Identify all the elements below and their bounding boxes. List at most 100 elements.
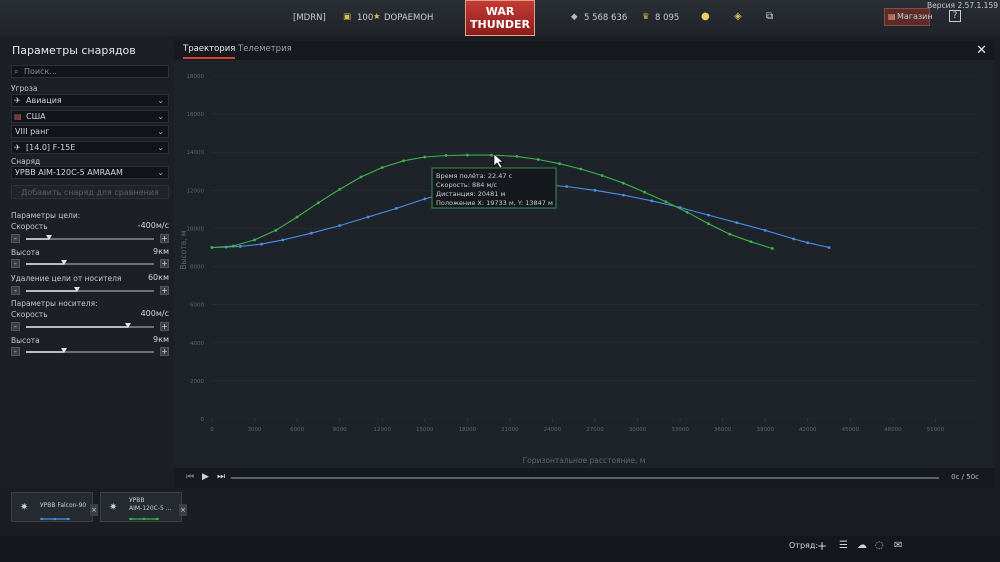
list-icon[interactable]: ☰: [839, 540, 848, 551]
tooltip-line: Скорость: 884 м/с: [436, 181, 498, 189]
chevron-down-icon: ⌄: [157, 96, 164, 105]
shell-card-amraam[interactable]: ✷ УРВВ AIM-120C-5 ... ×: [100, 492, 187, 522]
increase-button[interactable]: +: [160, 286, 169, 295]
shop-button[interactable]: ▤ Магазин: [884, 8, 933, 26]
rank-badge-icon[interactable]: ◈: [734, 11, 742, 22]
jet-icon: ✈: [14, 143, 21, 152]
remove-card-button[interactable]: ×: [90, 504, 98, 516]
data-point: [465, 153, 469, 157]
usa-flag-icon: ▤: [14, 112, 22, 121]
slider-handle[interactable]: [61, 260, 68, 265]
data-point: [565, 185, 569, 188]
tooltip-line: Положение X: 19733 м, Y: 13847 м: [436, 199, 553, 207]
data-point: [338, 187, 342, 191]
skip-forward-icon[interactable]: ⏭: [217, 472, 225, 482]
shell-parameters-panel: Параметры снарядов ⌕ Поиск... Угроза ✈ А…: [0, 36, 174, 488]
data-point: [210, 246, 214, 249]
skip-back-icon[interactable]: ⏮: [186, 472, 194, 482]
data-point: [423, 155, 427, 159]
tag-icon[interactable]: ⧉: [766, 11, 773, 22]
decrease-button[interactable]: -: [11, 347, 20, 356]
x-tick-label: 36000: [714, 427, 732, 433]
squadron-tag[interactable]: [MDRN]: [293, 13, 326, 23]
search-placeholder: Поиск...: [24, 67, 57, 76]
shell-select[interactable]: УРВВ AIM-120C-5 AMRAAM ⌄: [11, 166, 169, 179]
data-point: [338, 224, 342, 227]
chat-icon[interactable]: ◌: [875, 540, 884, 551]
increase-button[interactable]: +: [160, 259, 169, 268]
data-point: [515, 155, 519, 158]
player-level: 100: [357, 13, 374, 23]
card-title: УРВВ AIM-120C-5 ...: [129, 497, 171, 513]
data-point: [295, 215, 299, 219]
slider-handle[interactable]: [46, 235, 53, 240]
data-point: [260, 242, 264, 246]
add-squad-icon[interactable]: +: [817, 539, 827, 553]
player-nickname[interactable]: DOPAEMOH: [384, 13, 433, 23]
data-point: [558, 162, 561, 166]
rank-select[interactable]: VIII ранг ⌄: [11, 125, 169, 138]
add-shell-button[interactable]: Добавить снаряд для сравнения: [11, 185, 169, 199]
contacts-icon[interactable]: ☁: [857, 540, 867, 551]
slider-handle[interactable]: [74, 287, 81, 292]
tab-bar: Траектория Телеметрия ✕: [174, 41, 995, 60]
threat-type-value: Авиация: [26, 96, 62, 105]
x-tick-label: 12000: [373, 427, 391, 433]
x-tick-label: 0: [210, 427, 214, 433]
x-axis-label: Горизонтальное расстояние, м: [523, 456, 646, 465]
playback-bar: ⏮ ▶ ⏭ 0с / 50с: [174, 468, 995, 488]
decrease-button[interactable]: -: [11, 259, 20, 268]
decrease-button[interactable]: -: [11, 286, 20, 295]
increase-button[interactable]: +: [160, 234, 169, 243]
level-icon: ▣: [343, 12, 352, 22]
play-icon[interactable]: ▶: [202, 472, 209, 482]
data-point: [600, 174, 604, 177]
slider-handle[interactable]: [125, 323, 132, 328]
data-point: [827, 246, 831, 249]
lightbulb-icon[interactable]: ●: [701, 11, 710, 22]
target-alt-slider[interactable]: - +: [11, 259, 169, 269]
decrease-button[interactable]: -: [11, 322, 20, 331]
chart-panel: Траектория Телеметрия ✕ 0 2000 4000 6000 800…: [174, 41, 995, 488]
golden-eagles-icon: ♛: [642, 12, 650, 22]
data-point: [763, 228, 767, 232]
search-icon: ⌕: [14, 67, 19, 76]
search-input[interactable]: ⌕ Поиск...: [11, 65, 169, 78]
game-logo[interactable]: WAR THUNDER: [465, 0, 535, 36]
target-alt-value: 9км: [153, 247, 169, 256]
close-icon[interactable]: ✕: [976, 43, 987, 58]
tooltip-line: Время полёта: 22.47 с: [436, 172, 513, 180]
shell-card-falcon[interactable]: ✷ УРВВ Falcon-90 ×: [11, 492, 98, 522]
vehicle-value: [14.0] F-15E: [26, 143, 76, 152]
playback-timeline[interactable]: [231, 477, 939, 479]
y-axis-label: Высота, м: [179, 230, 188, 269]
help-button[interactable]: ?: [949, 10, 961, 22]
data-point: [359, 175, 363, 179]
carrier-alt-slider[interactable]: - +: [11, 347, 169, 357]
country-select[interactable]: ▤ США ⌄: [11, 110, 169, 123]
tab-trajectory[interactable]: Траектория: [183, 44, 236, 59]
data-point: [735, 221, 739, 225]
data-point: [621, 181, 625, 185]
y-tick-label: 6000: [190, 303, 204, 309]
version-label: Версия 2.57.1.159: [927, 1, 998, 10]
distance-slider[interactable]: - +: [11, 286, 169, 296]
target-speed-slider[interactable]: - +: [11, 234, 169, 244]
increase-button[interactable]: +: [160, 322, 169, 331]
carrier-speed-slider[interactable]: - +: [11, 322, 169, 332]
mail-icon[interactable]: ✉: [894, 540, 902, 551]
slider-handle[interactable]: [61, 348, 68, 353]
data-tooltip: Время полёта: 22.47 с Скорость: 884 м/с …: [431, 167, 557, 209]
data-point: [664, 200, 668, 204]
data-point: [366, 215, 370, 219]
threat-label: Угроза: [11, 84, 38, 93]
decrease-button[interactable]: -: [11, 234, 20, 243]
increase-button[interactable]: +: [160, 347, 169, 356]
missile-icon: ✷: [109, 502, 118, 513]
shell-value: УРВВ AIM-120C-5 AMRAAM: [15, 168, 123, 177]
tab-telemetry[interactable]: Телеметрия: [238, 44, 292, 54]
threat-type-select[interactable]: ✈ Авиация ⌄: [11, 94, 169, 107]
remove-card-button[interactable]: ×: [179, 504, 187, 516]
vehicle-select[interactable]: ✈ [14.0] F-15E ⌄: [11, 141, 169, 154]
x-tick-label: 21000: [501, 427, 519, 433]
